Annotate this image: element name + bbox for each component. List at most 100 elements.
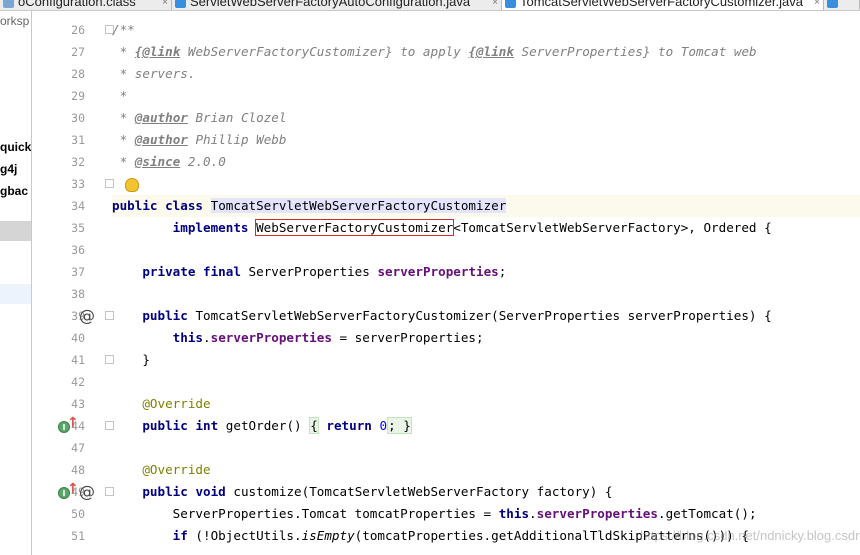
javadoc-since-tag: @since <box>134 154 181 169</box>
javadoc-author-tag: @author <box>134 132 188 147</box>
override-arrow-icon[interactable]: ↑ <box>67 415 79 431</box>
doc-comment: servers. <box>134 66 196 81</box>
type-name: ServerProperties <box>248 264 370 279</box>
constructor-signature: TomcatServletWebServerFactoryCustomizer(… <box>195 308 772 323</box>
close-icon[interactable]: × <box>162 0 168 8</box>
tab-auto-configuration-class[interactable]: oConfiguration.class × <box>0 0 172 10</box>
class-file-icon <box>3 0 14 8</box>
java-class-icon <box>175 0 186 8</box>
javadoc-link-tag: {@link <box>468 44 514 59</box>
line-number: 42 <box>71 375 85 389</box>
override-arrow-icon[interactable]: ↑ <box>67 481 79 497</box>
line-number: 51 <box>71 529 85 543</box>
line-number: 29 <box>71 89 85 103</box>
doc-comment: Phillip Webb <box>195 132 287 147</box>
folded-region[interactable]: { <box>309 417 319 434</box>
line-number: 26 <box>71 23 85 37</box>
line-number: 30 <box>71 111 85 125</box>
tree-cursor-row[interactable] <box>0 284 31 304</box>
line-number: 32 <box>71 155 85 169</box>
keyword: public <box>142 418 188 433</box>
doc-comment: * <box>119 88 128 103</box>
code-line: * @author Phillip Webb <box>112 129 860 151</box>
editor-gutter: 26 27 28 29 30 31 32 33 34 35 36 37 38 3… <box>33 11 139 555</box>
punctuation: ; <box>498 264 507 279</box>
code-line: * {@link WebServerFactoryCustomizer} to … <box>112 41 860 63</box>
code-line: public class TomcatServletWebServerFacto… <box>112 195 860 217</box>
field-name: serverProperties <box>377 264 499 279</box>
tab-overflow[interactable] <box>824 0 860 10</box>
doc-comment: Brian Clozel <box>195 110 287 125</box>
java-class-icon <box>505 0 516 8</box>
punctuation: } <box>142 352 150 367</box>
interface-name-highlighted[interactable]: WebServerFactoryCustomizer <box>255 219 455 236</box>
tree-item-workspace[interactable]: orksp <box>0 11 31 31</box>
keyword: void <box>195 484 226 499</box>
class-name: TomcatServletWebServerFactoryCustomizer <box>210 198 507 213</box>
line-number: 41 <box>71 353 85 367</box>
annotation: @Override <box>142 462 211 477</box>
javadoc-author-tag: @author <box>134 110 188 125</box>
line-number: 33 <box>71 177 85 191</box>
tab-label: oConfiguration.class <box>18 0 136 9</box>
code-line: this.serverProperties = serverProperties… <box>112 327 860 349</box>
tree-item-logback[interactable]: gbac <box>0 181 31 201</box>
code-line: * <box>112 85 860 107</box>
keyword: int <box>195 418 219 433</box>
code-editor[interactable]: /** * {@link WebServerFactoryCustomizer}… <box>112 11 860 555</box>
punctuation: . <box>203 330 211 345</box>
keyword: class <box>165 198 204 213</box>
code-line: /** <box>112 19 860 41</box>
folded-region[interactable]: ; } <box>387 417 412 434</box>
code-line: public void customize(TomcatServletWebSe… <box>112 481 860 503</box>
tab-label: ServletWebServerFactoryAutoConfiguration… <box>190 0 471 9</box>
line-number: 40 <box>71 331 85 345</box>
line-number: 27 <box>71 45 85 59</box>
static-method-call: isEmpty <box>301 528 355 543</box>
doc-comment: 2.0.0 <box>187 154 226 169</box>
assignment: = serverProperties; <box>331 330 484 345</box>
line-number: 43 <box>71 397 85 411</box>
javadoc-link-tag: {@link <box>134 44 181 59</box>
code-line: } <box>112 349 860 371</box>
keyword: implements <box>172 220 249 235</box>
method-signature: customize(TomcatServletWebServerFactory … <box>233 484 613 499</box>
keyword: public <box>142 308 188 323</box>
line-number: 36 <box>71 243 85 257</box>
tab-tomcat-customizer[interactable]: TomcatServletWebServerFactoryCustomizer.… <box>502 0 824 10</box>
tree-selected-row[interactable] <box>0 221 31 241</box>
keyword: public <box>142 484 188 499</box>
code-line: public TomcatServletWebServerFactoryCust… <box>112 305 860 327</box>
keyword: return <box>326 418 372 433</box>
annotation-at-icon[interactable]: @ <box>79 306 95 325</box>
keyword: if <box>172 528 188 543</box>
code-line: * @author Brian Clozel <box>112 107 860 129</box>
code-line: private final ServerProperties serverPro… <box>112 261 860 283</box>
line-number: 31 <box>71 133 85 147</box>
punctuation: . <box>529 506 537 521</box>
annotation-at-icon[interactable]: @ <box>79 482 95 501</box>
keyword: public <box>112 198 158 213</box>
expression: (!ObjectUtils. <box>187 528 302 543</box>
tree-item-quickstart[interactable]: quick <box>0 137 31 157</box>
java-class-icon <box>827 0 838 8</box>
tab-servlet-web-server-factory-auto-configuration[interactable]: ServletWebServerFactoryAutoConfiguration… <box>172 0 502 10</box>
number-literal: 0 <box>379 418 388 433</box>
tree-item-log4j[interactable]: g4j <box>0 159 31 179</box>
line-number: 34 <box>71 199 85 213</box>
variable-declaration: ServerProperties.Tomcat tomcatProperties… <box>172 506 499 521</box>
doc-comment: to Tomcat web <box>658 44 757 59</box>
close-icon[interactable]: × <box>814 0 820 8</box>
line-number: 38 <box>71 287 85 301</box>
code-line: @Override <box>112 393 860 415</box>
punctuation: . <box>657 506 666 521</box>
close-icon[interactable]: × <box>492 0 498 8</box>
line-number: 28 <box>71 67 85 81</box>
line-number: 35 <box>71 221 85 235</box>
tab-label: TomcatServletWebServerFactoryCustomizer.… <box>520 0 803 9</box>
line-number: 37 <box>71 265 85 279</box>
